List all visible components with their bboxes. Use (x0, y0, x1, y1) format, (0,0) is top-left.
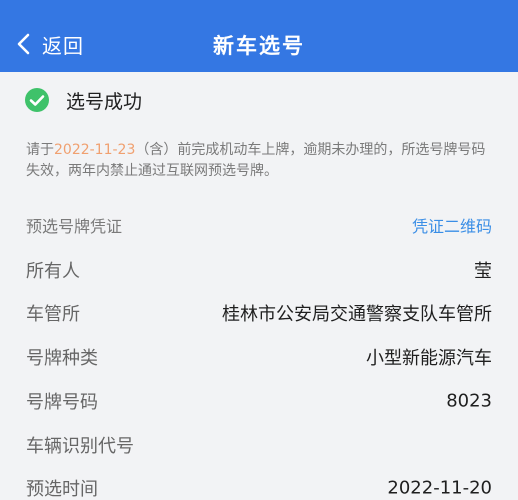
detail-label: 所有人 (26, 261, 80, 282)
detail-row-office: 车管所 桂林市公安局交通警察支队车管所 (0, 291, 518, 335)
detail-value: 8023 (446, 390, 492, 412)
page-title: 新车选号 (213, 34, 305, 58)
detail-row-plate-number: 号牌号码 8023 (0, 379, 518, 423)
check-circle-icon (24, 87, 50, 113)
nav-bar: 返回 新车选号 (0, 0, 518, 72)
detail-label: 号牌种类 (26, 348, 98, 369)
voucher-qr-link[interactable]: 凭证二维码 (412, 213, 492, 237)
voucher-label: 预选号牌凭证 (26, 217, 123, 236)
detail-value: 2022-11-20 (387, 477, 492, 499)
detail-label: 预选时间 (26, 479, 98, 500)
detail-value: 小型新能源汽车 (366, 348, 492, 369)
detail-value: 桂林市公安局交通警察支队车管所 (222, 304, 492, 325)
detail-label: 号牌号码 (26, 392, 98, 413)
detail-row-owner: 所有人 莹 (0, 248, 518, 292)
voucher-row: 预选号牌凭证 凭证二维码 (0, 203, 518, 247)
detail-row-plate-type: 号牌种类 小型新能源汽车 (0, 335, 518, 379)
notice-prefix: 请于 (26, 142, 54, 158)
detail-value: 莹 (474, 261, 492, 282)
detail-label: 车辆识别代号 (26, 436, 134, 457)
status-label: 选号成功 (66, 90, 143, 113)
detail-row-vin: 车辆识别代号 (0, 423, 518, 467)
detail-row-select-time: 预选时间 2022-11-20 (0, 466, 518, 500)
status-row: 选号成功 (0, 72, 518, 128)
detail-label: 车管所 (26, 304, 80, 325)
notice-text: 请于2022-11-23（含）前完成机动车上牌，逾期未办理的，所选号牌号码失效，… (26, 140, 494, 182)
notice-deadline-date: 2022-11-23 (54, 142, 136, 158)
